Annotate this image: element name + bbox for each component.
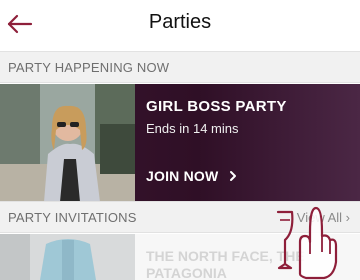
party-name: GIRL BOSS PARTY [146, 98, 287, 115]
top-bar: Parties [0, 0, 360, 50]
page-title: Parties [148, 11, 212, 33]
section-header-now: PARTY HAPPENING NOW [0, 51, 360, 83]
current-party-card[interactable]: GIRL BOSS PARTY Ends in 14 mins JOIN NOW [0, 84, 360, 202]
party-host-photo [0, 84, 135, 202]
party-info: GIRL BOSS PARTY Ends in 14 mins [146, 98, 352, 136]
party-glass-tap-icon [270, 202, 340, 280]
invitation-photo [0, 234, 135, 280]
join-now-label: JOIN NOW [146, 168, 219, 184]
section-label-now: PARTY HAPPENING NOW [8, 60, 170, 75]
join-now-button[interactable]: JOIN NOW [146, 168, 238, 184]
party-countdown: Ends in 14 mins [146, 121, 239, 136]
section-label-invitations: PARTY INVITATIONS [8, 210, 137, 225]
chevron-right-icon [230, 171, 237, 181]
